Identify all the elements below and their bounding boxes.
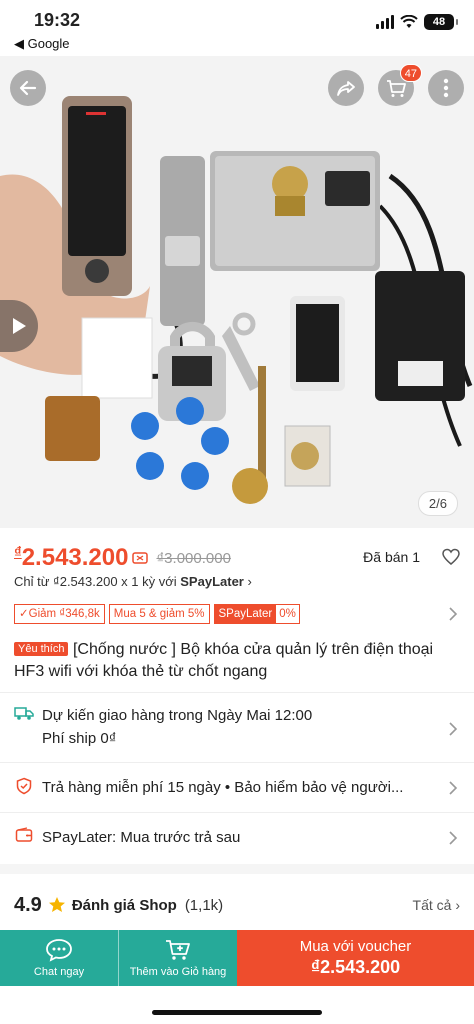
- status-time: 19:32: [34, 10, 81, 30]
- shipping-fee: Phí ship 0₫: [42, 730, 117, 747]
- discount-tag: ✓Giảm ₫346,8k: [14, 604, 105, 624]
- shop-rating-row[interactable]: 4.9 Đánh giá Shop (1,1k) Tất cả ›: [14, 890, 460, 920]
- wallet-icon: [15, 827, 33, 842]
- product-title: Yêu thích [Chống nước ] Bộ khóa cửa quản…: [14, 641, 434, 680]
- bottom-action-bar: Chat ngay Thêm vào Giỏ hàng Mua với vouc…: [0, 930, 474, 986]
- spaylater-text: SPayLater: Mua trước trả sau: [42, 829, 241, 846]
- divider: [0, 762, 474, 763]
- installment-info[interactable]: Chỉ từ ₫2.543.200 x 1 kỳ với SPayLater ›: [14, 574, 252, 589]
- returns-text: Trả hàng miễn phí 15 ngày • Bảo hiểm bảo…: [42, 779, 404, 796]
- promo-tags[interactable]: ✓Giảm ₫346,8k Mua 5 & giảm 5% SPayLater 0…: [14, 604, 300, 624]
- bundle-tag: Mua 5 & giảm 5%: [108, 604, 210, 624]
- current-price: ₫2.543.200: [14, 544, 129, 571]
- arrow-left-icon: [19, 80, 37, 96]
- chat-icon: [46, 939, 72, 962]
- returns-chevron-icon[interactable]: [448, 781, 458, 795]
- more-options-button[interactable]: [428, 70, 464, 106]
- play-icon: [13, 318, 26, 334]
- battery-icon: 48: [424, 14, 458, 30]
- spaylater-row[interactable]: SPayLater: Mua trước trả sau: [14, 826, 460, 849]
- shipping-chevron-icon[interactable]: [448, 722, 458, 736]
- star-icon: [48, 897, 65, 912]
- returns-row[interactable]: Trả hàng miễn phí 15 ngày • Bảo hiểm bảo…: [14, 776, 460, 799]
- section-separator: [0, 864, 474, 874]
- product-photo: [0, 56, 474, 528]
- buy-price: ₫2.543.200: [310, 957, 401, 977]
- buy-label: Mua với voucher: [299, 938, 412, 955]
- add-cart-icon: [166, 940, 190, 960]
- shield-check-icon: [16, 777, 32, 795]
- spaylater-tag: SPayLater 0%: [213, 604, 300, 624]
- buy-with-voucher-button[interactable]: Mua với voucher ₫2.543.200: [237, 930, 474, 986]
- chat-button[interactable]: Chat ngay: [0, 930, 118, 986]
- status-bar: 19:32 ◀ Google 48: [0, 0, 474, 56]
- share-icon: [337, 81, 355, 96]
- status-icons: 48: [376, 14, 458, 30]
- rating-count: (1,1k): [184, 896, 224, 914]
- chat-label: Chat ngay: [33, 966, 85, 978]
- add-to-cart-button[interactable]: Thêm vào Giỏ hàng: [118, 930, 237, 986]
- sold-count: Đã bán 1: [363, 549, 420, 565]
- truck-icon: [14, 707, 34, 720]
- add-to-cart-label: Thêm vào Giỏ hàng: [129, 966, 227, 978]
- image-counter: 2/6: [417, 491, 458, 516]
- delivery-estimate: Dự kiến giao hàng trong Ngày Mai 12:00: [42, 707, 313, 724]
- back-button[interactable]: [10, 70, 46, 106]
- see-all-reviews-link[interactable]: Tất cả ›: [413, 897, 460, 913]
- promo-chevron-icon[interactable]: [448, 607, 458, 621]
- cart-count-badge: 47: [399, 64, 422, 82]
- favorite-heart-icon[interactable]: [442, 548, 460, 566]
- rating-label: Đánh giá Shop: [71, 896, 177, 914]
- price-row: ₫2.543.200 ₫3.000.000 Đã bán 1: [14, 544, 460, 571]
- back-to-google-link[interactable]: ◀ Google: [14, 36, 70, 52]
- wifi-icon: [400, 15, 418, 28]
- signal-icon: [376, 15, 394, 29]
- shipping-voucher-icon: [132, 552, 149, 564]
- more-vertical-icon: [443, 78, 449, 98]
- spaylater-chevron-icon[interactable]: [448, 831, 458, 845]
- divider: [0, 812, 474, 813]
- rating-score: 4.9: [14, 893, 42, 916]
- original-price: ₫3.000.000: [156, 549, 231, 567]
- divider: [0, 692, 474, 693]
- shipping-row[interactable]: Dự kiến giao hàng trong Ngày Mai 12:00 P…: [14, 704, 460, 750]
- home-indicator: [152, 1010, 322, 1015]
- cart-button[interactable]: 47: [378, 64, 422, 106]
- product-image-carousel[interactable]: 47 2/6: [0, 56, 474, 528]
- share-button[interactable]: [328, 70, 364, 106]
- favorite-seller-badge: Yêu thích: [14, 642, 69, 656]
